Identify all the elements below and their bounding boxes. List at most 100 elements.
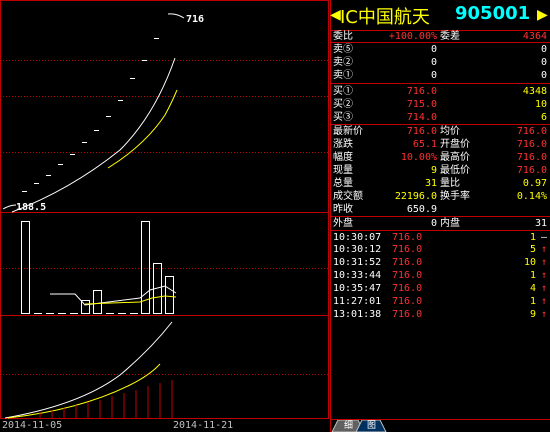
sell-volume: 0	[540, 44, 547, 55]
high-marker	[167, 13, 185, 19]
buy-price: 714.0	[406, 112, 437, 123]
tick-row: 10:35:47 716.0 4 ↑	[330, 283, 550, 294]
open-label: 开盘价	[440, 139, 470, 150]
avg-price-label: 均价	[440, 126, 460, 137]
prev-close-value: 650.9	[406, 204, 437, 215]
tick-time: 10:31:52	[333, 257, 382, 268]
kline-chart[interactable]: 716 188.5 2014-11-05 2014-11-21	[0, 0, 329, 432]
tab-detail[interactable]: 细	[344, 420, 353, 432]
amount-value: 22196.0	[394, 191, 437, 202]
divider	[330, 216, 550, 217]
cur-vol-value: 9	[430, 165, 437, 176]
stat-row: 昨收 650.9	[330, 204, 550, 215]
up-arrow-icon: ↑	[540, 283, 547, 294]
tick-price: 716.0	[392, 283, 423, 294]
up-arrow-icon: ↑	[540, 309, 547, 320]
ma-white-line	[11, 57, 176, 213]
weibi-label: 委比	[333, 31, 353, 42]
tick-volume: 5	[529, 244, 536, 255]
tick-price: 716.0	[392, 244, 423, 255]
divider	[330, 230, 550, 231]
price-candles	[22, 38, 159, 192]
turnover-value: 0.14%	[516, 191, 547, 202]
vol-ratio-value: 0.97	[522, 178, 547, 189]
pct-label: 幅度	[333, 152, 353, 163]
sell-price: 0	[430, 57, 437, 68]
tick-price: 716.0	[392, 309, 423, 320]
weibi-row: 委比 +100.00% 委差 4364	[330, 31, 550, 42]
indicator-yellow-line	[7, 363, 161, 419]
stat-row: 成交额 22196.0 换手率 0.14%	[330, 191, 550, 202]
sell-row: 卖② 0 0	[330, 57, 550, 68]
total-vol-label: 总量	[333, 178, 353, 189]
volume-bars	[21, 221, 174, 314]
buy-label: 买③	[333, 112, 353, 123]
inner-label: 内盘	[440, 218, 460, 229]
next-stock-arrow-icon[interactable]: ▶	[537, 7, 548, 23]
outer-value: 0	[430, 218, 437, 229]
tick-row: 10:30:12 716.0 5 ↑	[330, 244, 550, 255]
sell-label: 卖②	[333, 57, 353, 68]
divider	[330, 83, 550, 84]
last-price-label: 最新价	[333, 126, 363, 137]
low-label: 最低价	[440, 165, 470, 176]
sell-row: 卖① 0 0	[330, 70, 550, 81]
buy-row: 买② 715.0 10	[330, 99, 550, 110]
change-value: 65.1	[412, 139, 437, 150]
sell-row: 卖⑤ 0 0	[330, 44, 550, 55]
sell-volume: 0	[540, 57, 547, 68]
divider	[330, 42, 550, 43]
indicator-bars	[39, 380, 173, 418]
tick-row: 10:33:44 716.0 1 ↑	[330, 270, 550, 281]
date-start-label: 2014-11-05	[2, 420, 62, 431]
outer-label: 外盘	[333, 218, 353, 229]
high-value: 716.0	[516, 152, 547, 163]
price-low-label: 188.5	[16, 202, 46, 213]
weicha-value: 4364	[522, 31, 547, 42]
turnover-label: 换手率	[440, 191, 470, 202]
stat-row: 涨跌 65.1 开盘价 716.0	[330, 139, 550, 150]
tick-row: 10:31:52 716.0 10 ↑	[330, 257, 550, 268]
buy-row: 买③ 714.0 6	[330, 112, 550, 123]
up-arrow-icon: ↑	[540, 296, 547, 307]
price-high-label: 716	[186, 14, 204, 25]
tick-volume: 1	[529, 270, 536, 281]
buy-volume: 6	[540, 112, 547, 123]
tick-volume: 1	[529, 232, 536, 243]
low-marker	[2, 204, 17, 210]
up-arrow-icon: ↑	[540, 270, 547, 281]
up-arrow-icon: ↑	[540, 244, 547, 255]
tick-volume: 1	[529, 296, 536, 307]
weicha-label: 委差	[440, 31, 460, 42]
tick-row: 11:27:01 716.0 1 ↑	[330, 296, 550, 307]
stat-row: 现量 9 最低价 716.0	[330, 165, 550, 176]
buy-row: 买① 716.0 4348	[330, 86, 550, 97]
stock-name: IC中国航天	[340, 7, 430, 28]
tick-direction: –	[540, 232, 547, 243]
tick-time: 10:30:12	[333, 244, 382, 255]
buy-volume: 10	[534, 99, 547, 110]
avg-price-value: 716.0	[516, 126, 547, 137]
chart-canvas[interactable]: 716 188.5 2014-11-05 2014-11-21	[0, 0, 329, 432]
date-end-label: 2014-11-21	[173, 420, 233, 431]
buy-label: 买②	[333, 99, 353, 110]
view-tabs: 细 图	[330, 420, 550, 432]
ma-yellow-line	[107, 89, 178, 169]
stat-row: 总量 31 量比 0.97	[330, 178, 550, 189]
vol-ma-white	[50, 285, 177, 306]
tick-time: 10:33:44	[333, 270, 382, 281]
tab-chart[interactable]: 图	[367, 420, 376, 432]
buy-price: 715.0	[406, 99, 437, 110]
prev-close-label: 昨收	[333, 204, 353, 215]
tick-row: 13:01:38 716.0 9 ↑	[330, 309, 550, 320]
tick-price: 716.0	[392, 232, 423, 243]
sell-price: 0	[430, 70, 437, 81]
tick-price: 716.0	[392, 257, 423, 268]
cur-vol-label: 现量	[333, 165, 353, 176]
tick-time: 10:30:07	[333, 232, 382, 243]
tick-row: 10:30:07 716.0 1 –	[330, 232, 550, 243]
tick-volume: 4	[529, 283, 536, 294]
inner-value: 31	[534, 218, 547, 229]
up-arrow-icon: ↑	[540, 257, 547, 268]
last-price-value: 716.0	[406, 126, 437, 137]
